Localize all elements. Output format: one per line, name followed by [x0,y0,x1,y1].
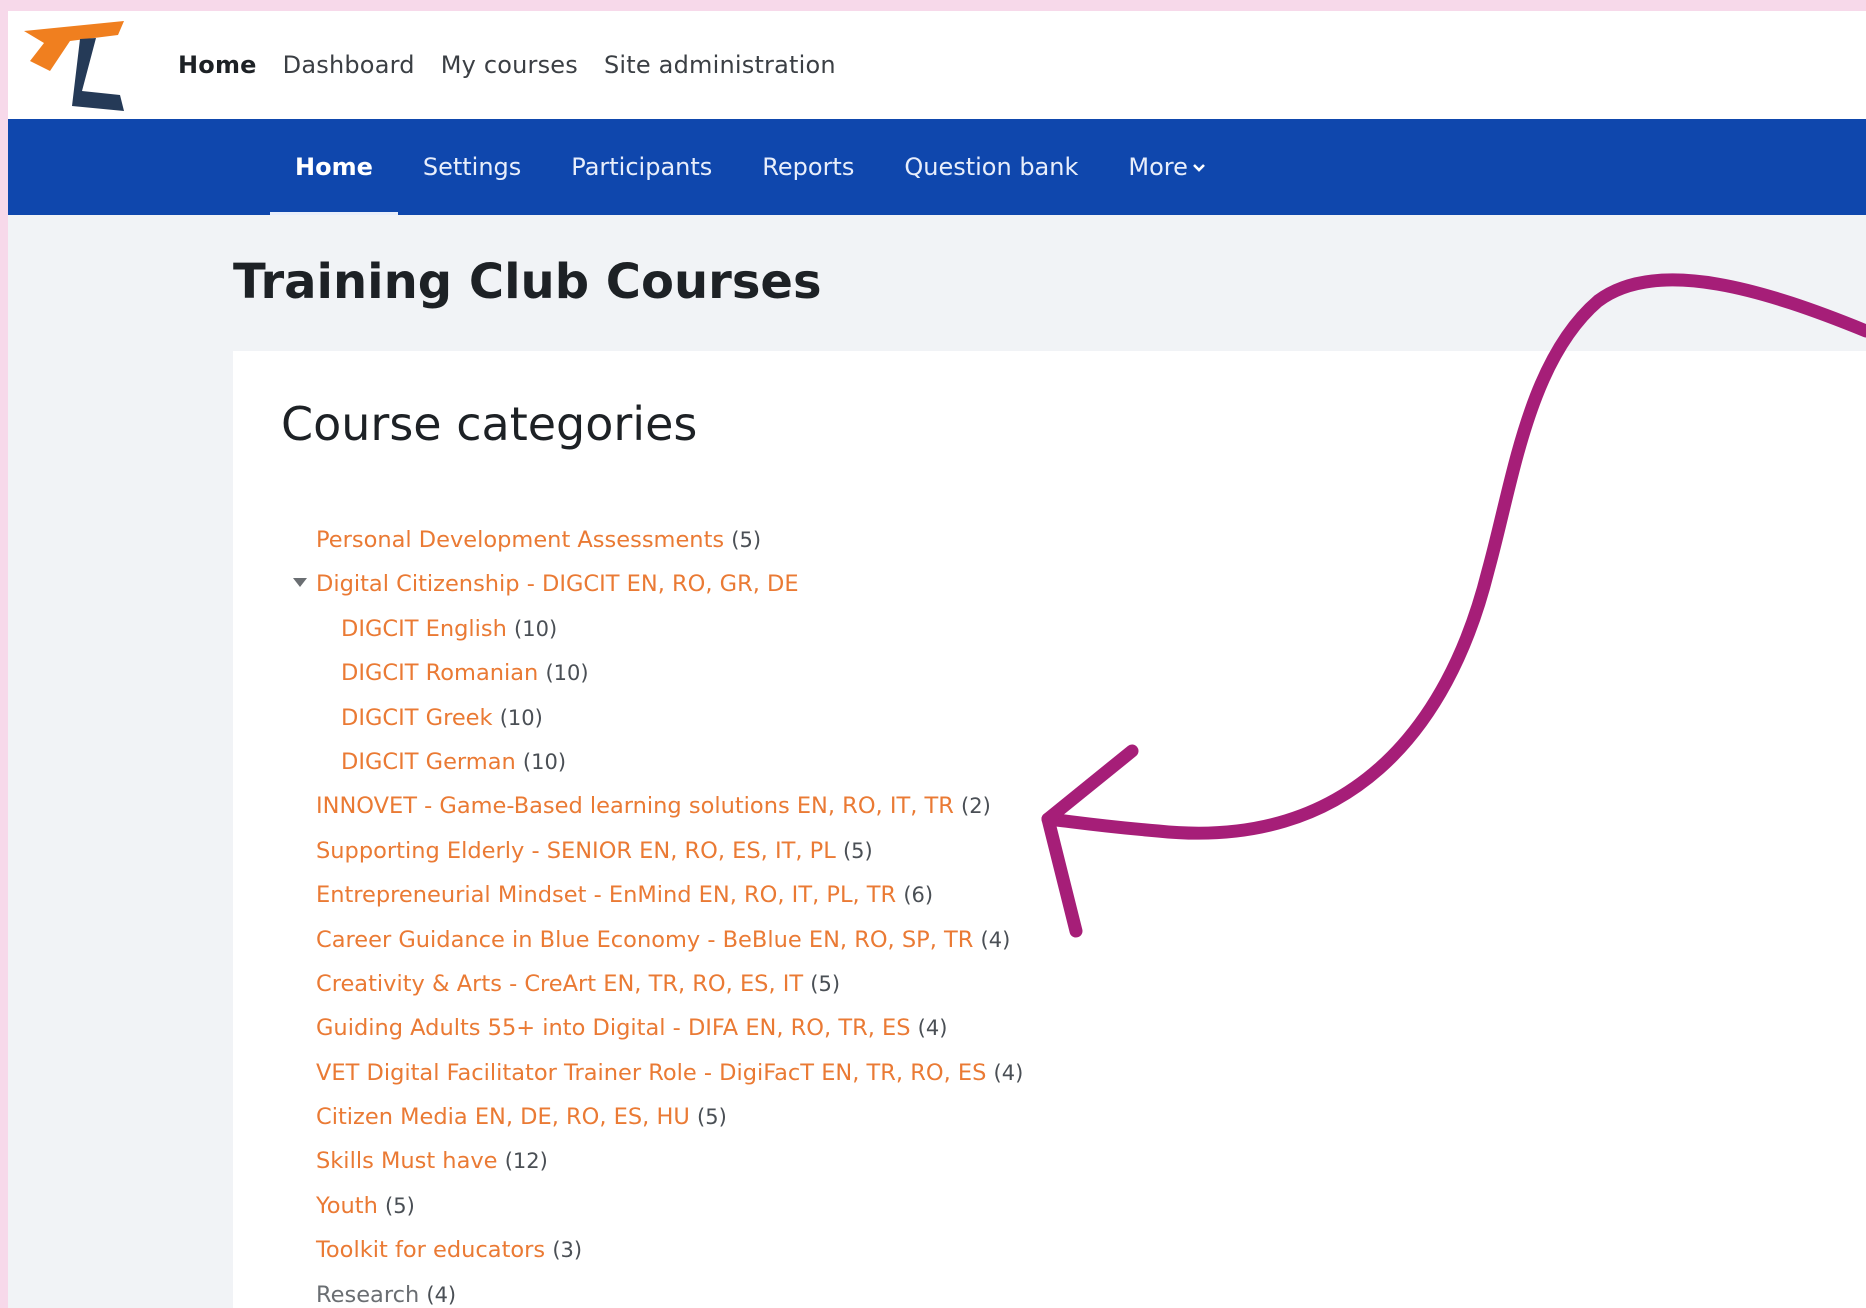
primary-navigation: Home Dashboard My courses Site administr… [178,11,836,119]
category-link[interactable]: Guiding Adults 55+ into Digital - DIFA E… [316,1015,911,1041]
category-item: Citizen Media EN, DE, RO, ES, HU (5) [233,1095,1233,1139]
course-count: (2) [961,794,991,819]
course-categories-card: Course categories Personal Development A… [233,351,1866,1308]
topnav-site-administration[interactable]: Site administration [604,51,836,79]
category-link[interactable]: Supporting Elderly - SENIOR EN, RO, ES, … [316,838,836,864]
category-link[interactable]: VET Digital Facilitator Trainer Role - D… [316,1060,986,1086]
category-link[interactable]: Skills Must have [316,1148,498,1174]
page-title: Training Club Courses [233,254,822,310]
subcategory-item: DIGCIT German (10) [233,740,1233,784]
course-count: (4) [917,1016,948,1041]
course-count: (12) [504,1149,548,1174]
category-item: Guiding Adults 55+ into Digital - DIFA E… [233,1006,1233,1050]
category-link[interactable]: Entrepreneurial Mindset - EnMind EN, RO,… [316,882,896,908]
subcategory-link[interactable]: DIGCIT German [341,749,516,775]
category-item: Youth (5) [233,1184,1233,1228]
course-count: (5) [697,1105,727,1130]
secondary-navigation: Home Settings Participants Reports Quest… [8,119,1866,215]
course-count: (10) [545,661,589,686]
category-link[interactable]: Personal Development Assessments [316,527,724,553]
course-count: (5) [385,1193,415,1218]
course-count: (3) [552,1238,583,1263]
tab-participants[interactable]: Participants [546,119,737,215]
subcategory-link[interactable]: DIGCIT Romanian [341,660,538,686]
subcategory-item: DIGCIT Greek (10) [233,696,1233,740]
category-item: VET Digital Facilitator Trainer Role - D… [233,1051,1233,1095]
expanded-triangle-icon[interactable] [293,578,307,588]
category-item: Supporting Elderly - SENIOR EN, RO, ES, … [233,829,1233,873]
category-link[interactable]: Digital Citizenship - DIGCIT EN, RO, GR,… [316,571,799,597]
category-item: Entrepreneurial Mindset - EnMind EN, RO,… [233,873,1233,917]
tab-more-label: More [1128,153,1188,181]
tab-reports[interactable]: Reports [737,119,879,215]
category-item: Digital Citizenship - DIGCIT EN, RO, GR,… [233,562,1233,606]
category-link[interactable]: Citizen Media EN, DE, RO, ES, HU [316,1104,690,1130]
category-link[interactable]: Youth [316,1193,378,1219]
course-count: (5) [731,528,762,552]
tab-more[interactable]: More [1103,119,1231,215]
tab-question-bank[interactable]: Question bank [879,119,1103,215]
category-item: Creativity & Arts - CreArt EN, TR, RO, E… [233,962,1233,1006]
course-count: (5) [842,838,873,863]
tab-home[interactable]: Home [270,119,398,215]
category-item: Toolkit for educators (3) [233,1228,1233,1272]
course-count: (10) [499,705,543,730]
category-link[interactable]: INNOVET - Game-Based learning solutions … [316,793,954,819]
category-link[interactable]: Creativity & Arts - CreArt EN, TR, RO, E… [316,971,803,997]
course-count: (4) [426,1282,457,1307]
subcategory-link[interactable]: DIGCIT Greek [341,705,493,731]
topnav-my-courses[interactable]: My courses [441,51,578,79]
category-item: Career Guidance in Blue Economy - BeBlue… [233,918,1233,962]
browser-viewport: Home Dashboard My courses Site administr… [8,11,1866,1308]
category-list: Personal Development Assessments (5) Dig… [233,518,1233,1308]
course-count: (6) [903,883,934,908]
course-count: (4) [993,1060,1024,1085]
category-link[interactable]: Career Guidance in Blue Economy - BeBlue… [316,927,973,953]
chevron-down-icon [1192,164,1205,172]
top-navbar: Home Dashboard My courses Site administr… [8,11,1866,119]
course-count: (5) [810,971,841,996]
category-link[interactable]: Research [316,1282,419,1308]
tab-settings[interactable]: Settings [398,119,546,215]
category-item: Personal Development Assessments (5) [233,518,1233,562]
subcategory-link[interactable]: DIGCIT English [341,616,507,642]
subcategory-item: DIGCIT Romanian (10) [233,651,1233,695]
category-item: Research (4) [233,1273,1233,1308]
subcategory-item: DIGCIT English (10) [233,607,1233,651]
section-heading: Course categories [281,397,698,451]
course-count: (4) [980,927,1011,952]
category-link[interactable]: Toolkit for educators [316,1237,545,1263]
course-count: (10) [522,749,567,774]
site-logo[interactable] [20,21,124,116]
course-count: (10) [514,616,558,641]
topnav-home[interactable]: Home [178,51,257,79]
topnav-dashboard[interactable]: Dashboard [283,51,415,79]
category-item: Skills Must have (12) [233,1139,1233,1183]
category-item: INNOVET - Game-Based learning solutions … [233,784,1233,828]
